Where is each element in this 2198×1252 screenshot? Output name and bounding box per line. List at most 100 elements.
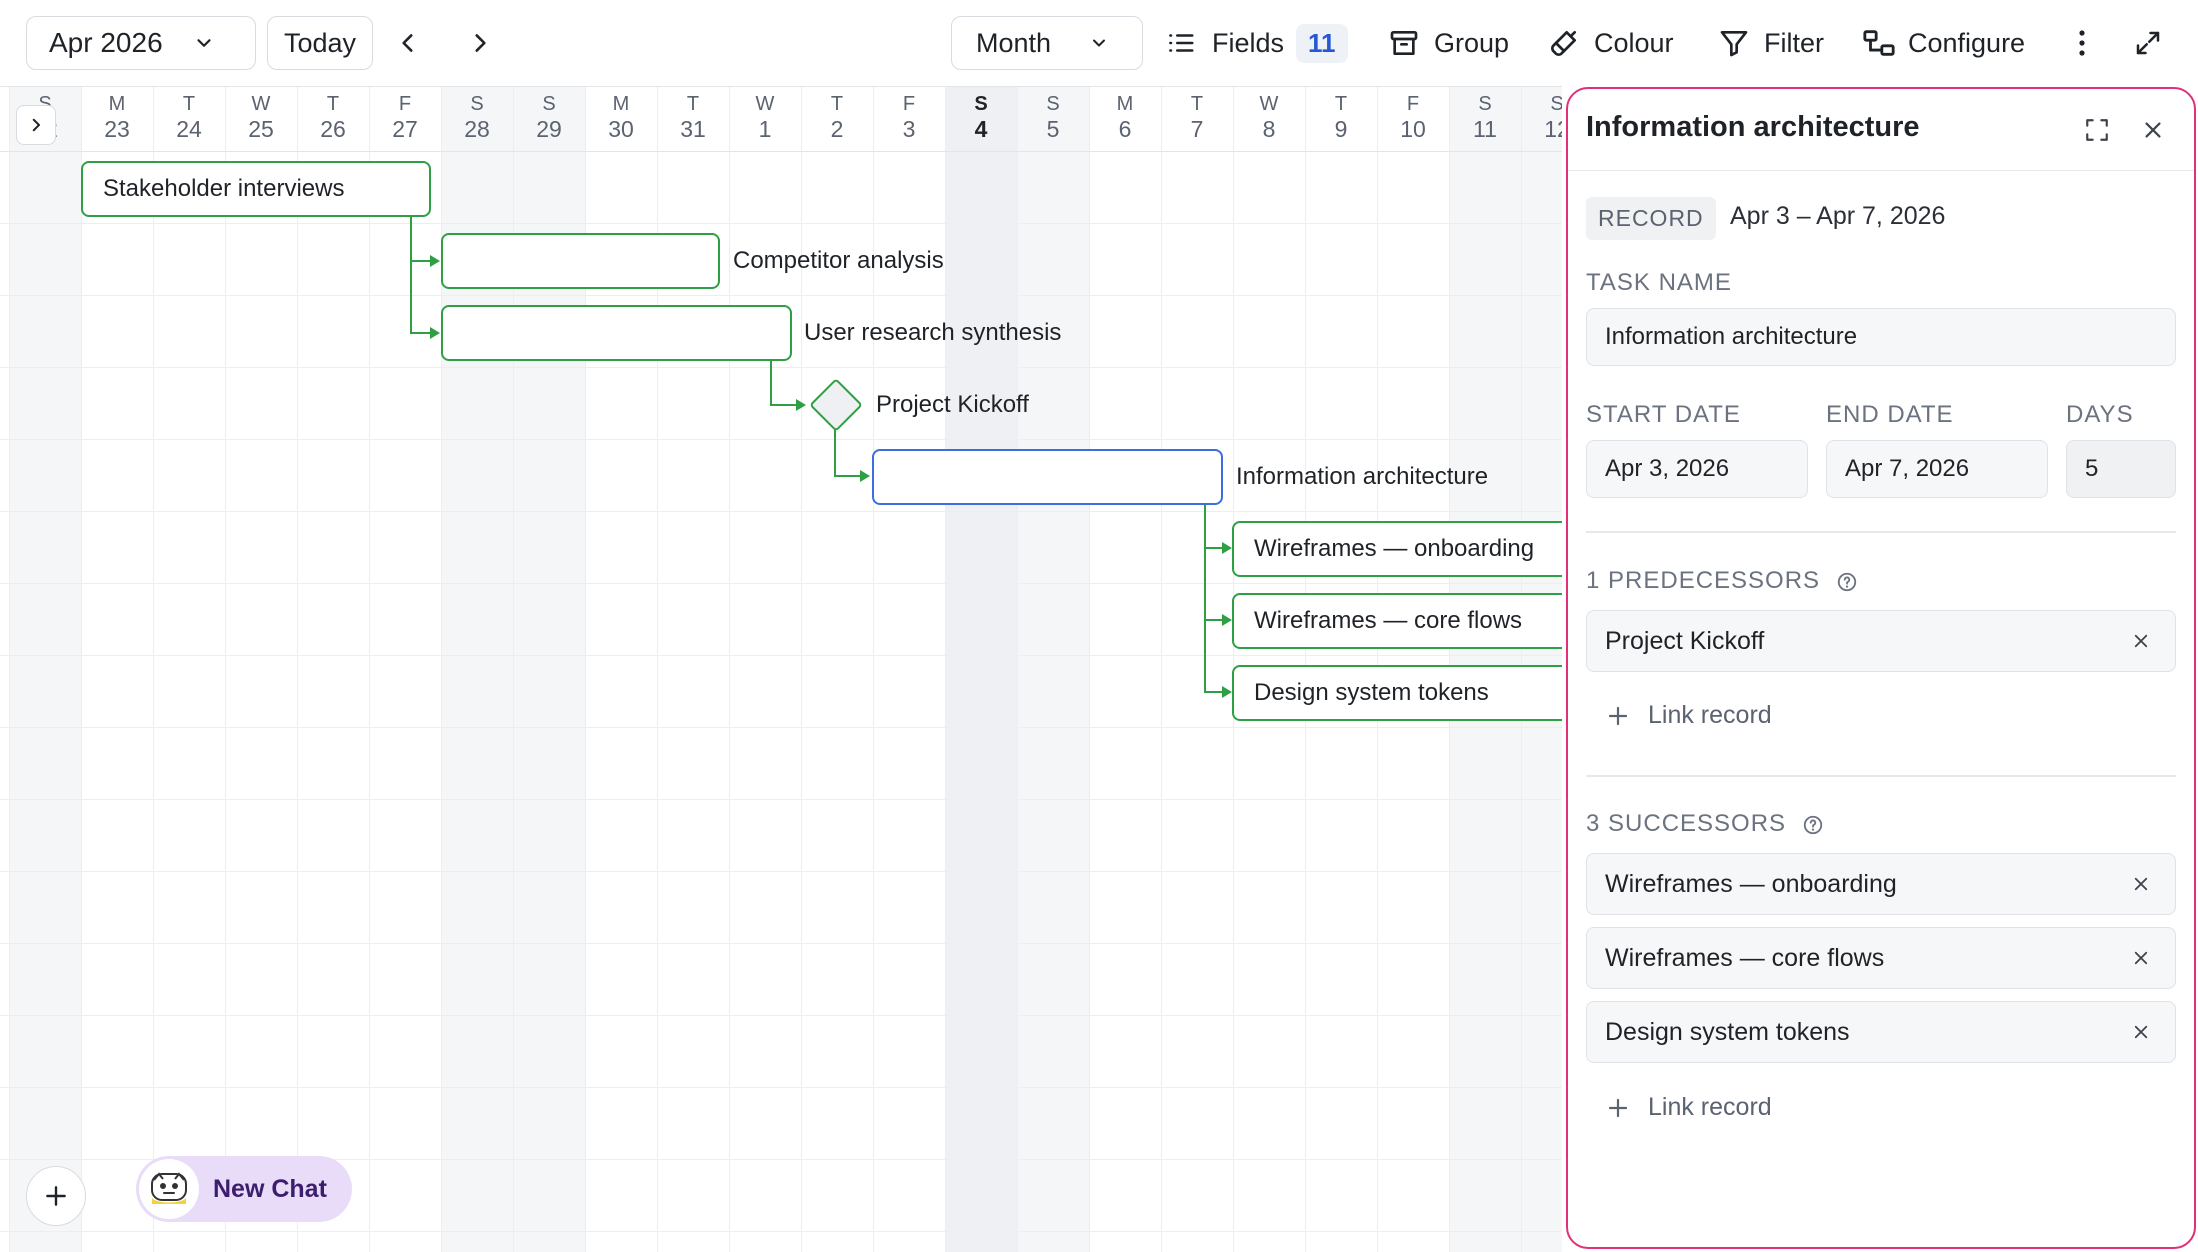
- brush-icon: [1551, 31, 1576, 56]
- fields-count-badge: 11: [1296, 23, 1348, 63]
- task-label-competitor-analysis: Competitor analysis: [733, 247, 944, 274]
- task-label: Stakeholder interviews: [103, 175, 345, 202]
- chevron-down-icon: [1093, 39, 1106, 47]
- colour-button[interactable]: Colour: [1548, 16, 1674, 70]
- panel-title: Information architecture: [1586, 111, 1920, 143]
- end-date-field[interactable]: Apr 7, 2026: [1826, 440, 2048, 498]
- predecessors-label: 1 PREDECESSORS: [1586, 567, 1858, 595]
- more-vertical-icon: [2079, 30, 2085, 56]
- help-icon[interactable]: [1802, 814, 1824, 836]
- days-field: 5: [2066, 440, 2176, 498]
- predecessor-label: Project Kickoff: [1605, 626, 1765, 655]
- month-picker-label: Apr 2026: [49, 27, 163, 58]
- section-divider: [1586, 775, 2176, 777]
- chat-avatar: [139, 1159, 199, 1219]
- view-mode-select[interactable]: Month: [951, 16, 1143, 70]
- task-bar-wireframes-core-flows[interactable]: Wireframes — core flows: [1232, 593, 1562, 649]
- configure-button[interactable]: Configure: [1862, 16, 2025, 70]
- chevron-left-icon: [402, 34, 413, 52]
- configure-label: Configure: [1908, 27, 2026, 58]
- help-icon[interactable]: [1836, 571, 1858, 593]
- group-button[interactable]: Group: [1388, 16, 1509, 70]
- task-label-project-kickoff: Project Kickoff: [876, 391, 1029, 418]
- end-date-label: END DATE: [1826, 401, 1954, 428]
- remove-link-button[interactable]: [2129, 946, 2153, 970]
- successor-item[interactable]: Wireframes — onboarding: [1586, 853, 2176, 915]
- panel-expand-button[interactable]: [2082, 115, 2112, 145]
- task-bar-competitor-analysis[interactable]: [441, 233, 720, 289]
- start-date-field[interactable]: Apr 3, 2026: [1586, 440, 1808, 498]
- predecessor-item[interactable]: Project Kickoff: [1586, 610, 2176, 672]
- link-predecessor-button[interactable]: Link record: [1606, 701, 1772, 730]
- expand-icon: [2136, 31, 2160, 55]
- archive-icon: [1390, 31, 1418, 55]
- successor-label: Wireframes — core flows: [1605, 943, 1885, 972]
- filter-label: Filter: [1764, 27, 1824, 58]
- task-label-user-research-synthesis: User research synthesis: [804, 319, 1062, 346]
- task-bar-design-system-tokens[interactable]: Design system tokens: [1232, 665, 1562, 721]
- configure-icon: [1863, 30, 1895, 56]
- successor-item[interactable]: Design system tokens: [1586, 1001, 2176, 1063]
- new-chat-label: New Chat: [213, 1174, 327, 1203]
- today-label: Today: [283, 27, 357, 58]
- days-label: DAYS: [2066, 401, 2134, 428]
- add-record-button[interactable]: [26, 1166, 86, 1226]
- record-detail-panel: Information architecture RECORD Apr 3 – …: [1566, 87, 2196, 1249]
- filter-button[interactable]: Filter: [1718, 16, 1824, 70]
- fields-button[interactable]: Fields 11: [1166, 16, 1348, 70]
- view-mode-label: Month: [976, 27, 1052, 58]
- colour-label: Colour: [1594, 27, 1674, 58]
- link-record-label: Link record: [1648, 701, 1772, 729]
- link-successor-button[interactable]: Link record: [1606, 1093, 1772, 1122]
- chevron-right-icon: [475, 34, 486, 52]
- predecessors-count-label: 1 PREDECESSORS: [1586, 567, 1821, 594]
- successors-label: 3 SUCCESSORS: [1586, 810, 1824, 838]
- filter-icon: [1720, 31, 1748, 57]
- new-chat-button[interactable]: New Chat: [136, 1156, 352, 1222]
- close-icon: [2134, 951, 2148, 965]
- section-divider: [1586, 531, 2176, 533]
- group-label: Group: [1434, 27, 1510, 58]
- task-label: Wireframes — onboarding: [1254, 535, 1535, 562]
- task-label: Wireframes — core flows: [1254, 607, 1523, 634]
- task-bar-information-architecture[interactable]: [872, 449, 1223, 505]
- maximize-icon: [2086, 119, 2108, 141]
- remove-link-button[interactable]: [2129, 629, 2153, 653]
- record-date-range: Apr 3 – Apr 7, 2026: [1730, 202, 1946, 230]
- prev-button[interactable]: [392, 16, 424, 70]
- task-bar-wireframes-onboarding[interactable]: Wireframes — onboarding: [1232, 521, 1562, 577]
- today-button[interactable]: Today: [267, 16, 373, 70]
- close-icon: [2134, 1025, 2148, 1039]
- remove-link-button[interactable]: [2129, 1020, 2153, 1044]
- successor-label: Wireframes — onboarding: [1605, 869, 1897, 898]
- close-icon: [2134, 634, 2148, 648]
- task-bar-user-research-synthesis[interactable]: [441, 305, 792, 361]
- toolbar: Apr 2026 Today Month Fields 11 Group Col…: [0, 0, 2198, 86]
- start-date-label: START DATE: [1586, 401, 1741, 428]
- successor-label: Design system tokens: [1605, 1017, 1850, 1046]
- successor-item[interactable]: Wireframes — core flows: [1586, 927, 2176, 989]
- record-tag: RECORD: [1586, 197, 1716, 240]
- close-icon: [2145, 122, 2161, 138]
- month-picker[interactable]: Apr 2026: [26, 16, 256, 70]
- task-bar-stakeholder-interviews[interactable]: Stakeholder interviews: [81, 161, 431, 217]
- gantt-timeline: S22M23T24W25T26F27S28S29M30T31W1T2F3S4S5…: [0, 86, 1562, 1252]
- plus-icon: [1608, 706, 1628, 725]
- task-name-field[interactable]: Information architecture: [1586, 308, 2176, 366]
- task-name-label: TASK NAME: [1586, 269, 1732, 296]
- link-record-label: Link record: [1648, 1093, 1772, 1121]
- plus-icon: [1608, 1098, 1628, 1117]
- task-label-information-architecture: Information architecture: [1236, 463, 1489, 490]
- task-label: Design system tokens: [1254, 679, 1489, 706]
- successors-count-label: 3 SUCCESSORS: [1586, 810, 1787, 837]
- next-button[interactable]: [464, 16, 496, 70]
- more-button[interactable]: [2070, 16, 2094, 70]
- chevron-down-icon: [197, 39, 211, 47]
- close-icon: [2134, 877, 2148, 891]
- panel-header: Information architecture: [1568, 89, 2194, 171]
- remove-link-button[interactable]: [2129, 872, 2153, 896]
- fullscreen-button[interactable]: [2132, 16, 2164, 70]
- plus-icon: [46, 1186, 66, 1206]
- fields-label: Fields: [1212, 27, 1285, 58]
- panel-close-button[interactable]: [2138, 115, 2168, 145]
